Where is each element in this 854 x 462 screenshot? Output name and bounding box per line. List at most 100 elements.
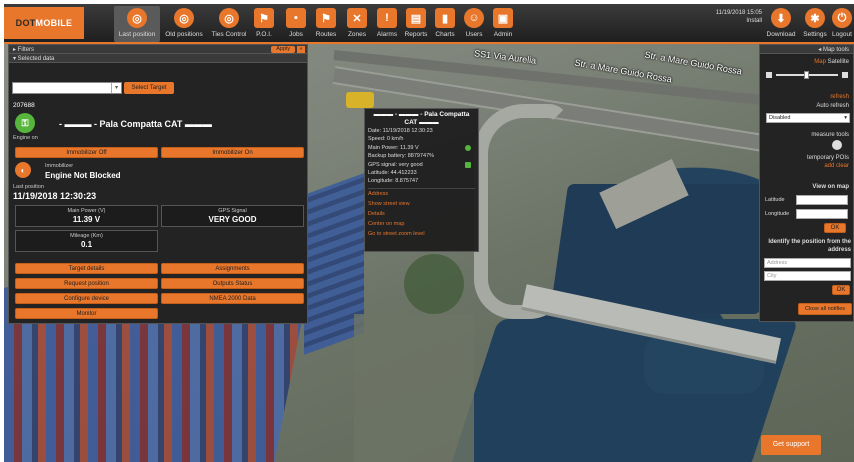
nav-reports[interactable]: ▤ Reports <box>402 6 430 42</box>
nav-users[interactable]: ☺ Users <box>462 6 486 42</box>
nmea-2000-data-button[interactable]: NMEA 2000 Data <box>161 293 304 304</box>
map-road-loop <box>474 104 569 319</box>
temporary-pois-label: temporary POIs <box>806 155 849 161</box>
report-icon: ▤ <box>406 8 426 28</box>
main-power-label: Main Power (V) <box>67 208 106 214</box>
street-zoom-link[interactable]: Go to street zoom level <box>368 229 475 239</box>
address-input[interactable]: Address <box>764 258 851 268</box>
history-icon: ◎ <box>174 8 194 28</box>
chevron-down-icon: ▾ <box>844 115 847 121</box>
nav-admin[interactable]: ▣ Admin <box>490 6 516 42</box>
nav-label: Zones <box>347 31 367 38</box>
chart-icon: ▮ <box>435 8 455 28</box>
auto-refresh-value: Disabled <box>769 115 791 121</box>
target-select[interactable]: ▾ <box>12 82 122 94</box>
immobilizer-off-button[interactable]: Immobilizer Off <box>15 147 158 158</box>
monitor-button[interactable]: Monitor <box>15 308 158 319</box>
nav-alarms[interactable]: ! Alarms <box>373 6 401 42</box>
nav-label: Charts <box>435 31 455 38</box>
nav-poi[interactable]: ⚑ P.O.I. <box>252 6 276 42</box>
map-tools-header[interactable]: ◂ Map tools <box>760 45 853 54</box>
configure-device-button[interactable]: Configure device <box>15 293 158 304</box>
nav-old-positions[interactable]: ◎ Old positions <box>162 6 206 42</box>
map-tools-title: ◂ Map tools <box>818 47 849 53</box>
filters-label: ▸ Filters <box>13 47 35 53</box>
nav-ties-control[interactable]: ◎ Ties Control <box>208 6 250 42</box>
nav-label: Settings <box>803 31 827 38</box>
measure-tools-label: measure tools <box>811 132 849 138</box>
nav-label: Ties Control <box>211 31 247 38</box>
nav-jobs[interactable]: ▪ Jobs <box>284 6 308 42</box>
address-link[interactable]: Address <box>368 189 475 199</box>
nav-download[interactable]: ⬇ Download <box>766 6 796 42</box>
lock-icon: ◐ <box>15 162 31 178</box>
apply-button[interactable]: Apply <box>271 46 295 53</box>
vehicle-marker-icon[interactable] <box>346 92 374 108</box>
ruler-icon[interactable] <box>832 140 842 150</box>
nav-label: Old positions <box>165 31 203 38</box>
nav-label: Last position <box>118 31 156 38</box>
view-on-map-ok-button[interactable]: OK <box>824 223 846 233</box>
nav-label: Reports <box>404 31 428 38</box>
auto-refresh-select[interactable]: Disabled ▾ <box>766 113 850 123</box>
map-type-toggle[interactable]: Map Satellite <box>814 59 849 65</box>
mileage-label: Mileage (Km) <box>70 233 103 239</box>
map-option[interactable]: Map <box>814 59 826 65</box>
last-position-time: 11/19/2018 12:30:23 <box>13 191 97 201</box>
chevron-down-icon: ▾ <box>111 83 121 93</box>
collapse-panel-button[interactable]: « <box>297 46 305 53</box>
nav-label: P.O.I. <box>256 31 272 38</box>
map-tools-panel: ◂ Map tools Map Satellite refresh Auto r… <box>759 44 854 322</box>
nav-label: Alarms <box>376 31 398 38</box>
zoom-slider-handle[interactable] <box>804 71 809 79</box>
engine-status: Engine Not Blocked <box>45 171 121 180</box>
mileage-value: 0.1 <box>80 240 93 249</box>
popup-longitude: Longitude: 8.875747 <box>368 178 419 185</box>
address-placeholder: Address <box>767 260 788 266</box>
get-support-button[interactable]: Get support <box>761 435 821 455</box>
latitude-input[interactable] <box>796 195 848 205</box>
address-ok-button[interactable]: OK <box>832 285 850 295</box>
settings-icon: ✱ <box>805 8 825 28</box>
assignments-button[interactable]: Assignments <box>161 263 304 274</box>
nav-charts[interactable]: ▮ Charts <box>432 6 458 42</box>
status-ok-icon <box>465 144 471 151</box>
selected-data-bar[interactable]: ▾ Selected data <box>9 54 307 63</box>
map-green <box>404 254 464 314</box>
target-details-button[interactable]: Target details <box>15 263 158 274</box>
brand-logo[interactable]: DOTMOBILE <box>4 7 84 39</box>
app-window: SS1 Via Aurelia Str. a Mare Guido Rossa … <box>4 4 854 462</box>
admin-icon: ▣ <box>493 8 513 28</box>
longitude-input[interactable] <box>796 209 848 219</box>
popup-main-power-row: Main Power: 11.39 V <box>368 144 475 152</box>
center-on-map-link[interactable]: Center on map <box>368 219 475 229</box>
nav-settings[interactable]: ✱ Settings <box>801 6 829 42</box>
request-position-button[interactable]: Request position <box>15 278 158 289</box>
city-placeholder: City <box>767 273 777 279</box>
filters-bar[interactable]: ▸ Filters Apply « <box>9 45 307 54</box>
engine-on-label: Engine on <box>13 135 38 141</box>
nav-last-position[interactable]: ◎ Last position <box>114 6 160 42</box>
street-view-link[interactable]: Show street view <box>368 199 475 209</box>
city-input[interactable]: City <box>764 271 851 281</box>
target-panel: ▸ Filters Apply « ▾ Selected data ▾ Sele… <box>8 44 308 324</box>
zoom-out-icon[interactable] <box>766 72 772 78</box>
select-target-button[interactable]: Select Target <box>124 82 174 94</box>
add-clear-link[interactable]: add clear <box>824 163 849 169</box>
globe-icon: ◎ <box>127 8 147 28</box>
main-power-box: Main Power (V) 11.39 V <box>15 205 158 227</box>
logout-icon: ⏻ <box>832 8 852 28</box>
nav-zones[interactable]: ✕ Zones <box>344 6 370 42</box>
zones-icon: ✕ <box>347 8 367 28</box>
outputs-status-button[interactable]: Outputs Status <box>161 278 304 289</box>
auto-refresh-label: Auto refresh <box>816 103 849 109</box>
immobilizer-on-button[interactable]: Immobilizer On <box>161 147 304 158</box>
satellite-option[interactable]: Satellite <box>828 59 849 65</box>
nav-routes[interactable]: ⚑ Routes <box>312 6 340 42</box>
zoom-in-icon[interactable] <box>842 72 848 78</box>
nav-label: Users <box>465 31 483 38</box>
refresh-link[interactable]: refresh <box>830 94 849 100</box>
nav-logout[interactable]: ⏻ Logout <box>830 6 854 42</box>
close-notifies-button[interactable]: Close all notifies <box>798 303 852 315</box>
details-link[interactable]: Details <box>368 209 475 219</box>
